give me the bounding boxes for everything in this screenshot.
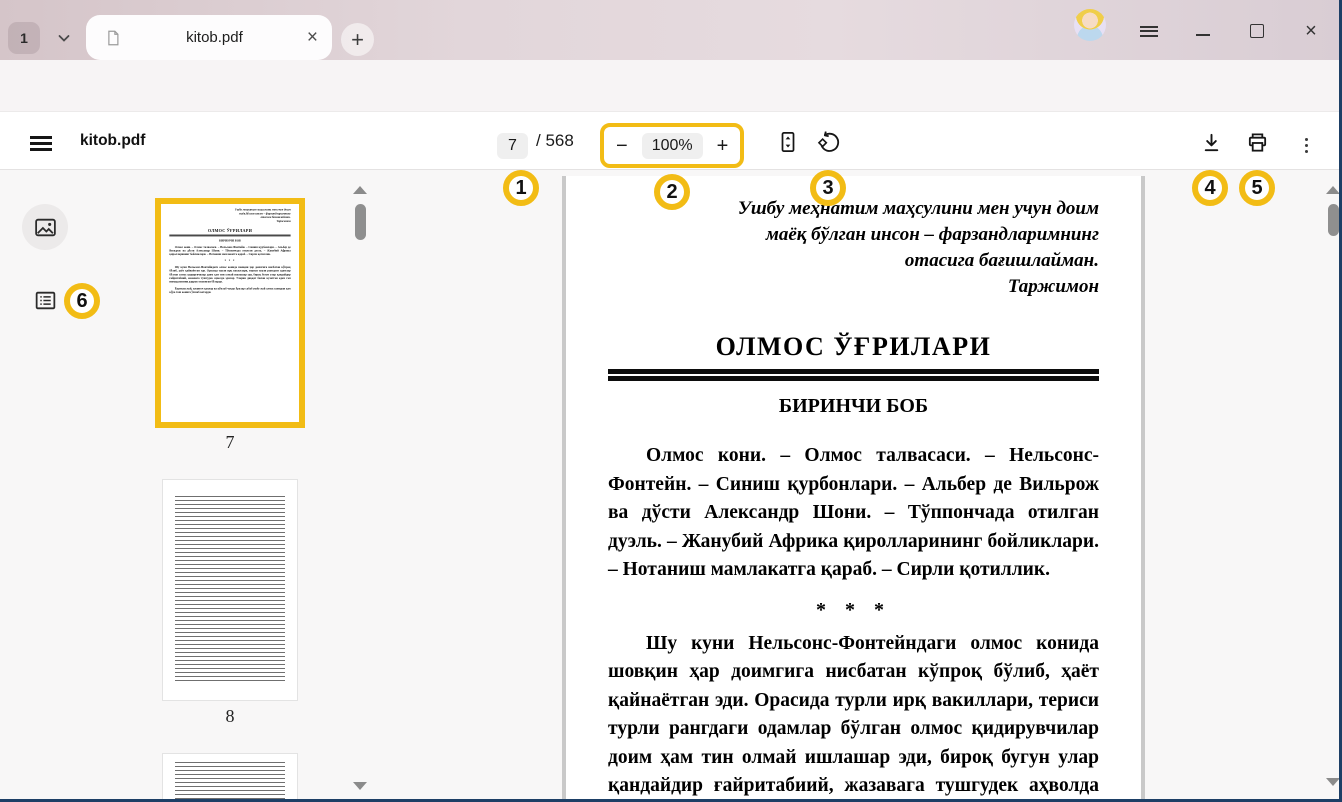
thumbnail-page-8[interactable] (163, 480, 297, 700)
thumbnails-panel-button[interactable] (22, 204, 68, 250)
title-rule (608, 369, 1099, 381)
mini-text: Ёқимсиз жой, яланғоч қоялар ва кўплаб чу… (169, 287, 290, 294)
hamburger-menu-icon (30, 136, 52, 151)
maximize-button[interactable] (1240, 14, 1274, 48)
sidebar-rail (0, 170, 92, 799)
plus-icon: + (351, 27, 364, 53)
body-paragraph: Шу куни Нельсонс-Фонтейндаги олмос конид… (608, 630, 1099, 800)
rotate-button[interactable] (815, 129, 841, 155)
annotation-badge-2: 2 (654, 174, 690, 210)
browser-window: 1 kitob.pdf × + × Я file:///C:/1/kitob.p… (0, 0, 1342, 802)
tab-bar: 1 kitob.pdf × + × (0, 0, 1339, 60)
annotation-badge-4: 4 (1192, 170, 1228, 206)
annotation-badge-3: 3 (810, 170, 846, 206)
document-icon (104, 28, 122, 48)
fit-to-page-button[interactable] (775, 129, 801, 155)
tab-title: kitob.pdf (122, 29, 307, 46)
zoom-out-button[interactable]: − (616, 136, 628, 156)
tab-kitob-pdf[interactable]: kitob.pdf × (86, 15, 332, 60)
thumbnail-label-8: 8 (155, 706, 305, 727)
printer-icon (1246, 131, 1269, 154)
address-bar-row: Я file:///C:/1/kitob.pdf Chop etish (0, 60, 1339, 112)
pdf-document-title: kitob.pdf (80, 112, 145, 169)
fit-to-page-icon (777, 130, 799, 154)
chapter-summary: Олмос кони. – Олмос талвасаси. – Нельсон… (608, 442, 1099, 585)
dedication-author: Таржимон (608, 274, 1099, 300)
close-icon: × (1305, 21, 1317, 41)
pdf-toolbar: kitob.pdf / 568 − 100% + (0, 112, 1339, 170)
thumbnail-page-8-preview (175, 496, 285, 682)
pdf-viewer-content: Ушбу меҳнатим маҳсулини мен учун доим ма… (0, 170, 1339, 799)
thumbnail-page-7-preview: Ушбу меҳнатим маҳсулини мен учун доим ма… (161, 204, 299, 298)
page-total-label: / 568 (536, 112, 574, 169)
main-scrollbar[interactable] (1328, 204, 1339, 236)
mini-text: Таржимон (169, 219, 290, 223)
new-tab-button[interactable]: + (341, 23, 374, 56)
image-icon (33, 215, 58, 240)
dedication-line: маёқ бўлган инсон – фарзандларимнинг (608, 222, 1099, 248)
minimize-button[interactable] (1186, 18, 1220, 52)
chapter-heading: БИРИНЧИ БОБ (608, 395, 1099, 418)
annotation-badge-1: 1 (503, 170, 539, 206)
maximize-icon (1250, 24, 1264, 38)
thumbnail-page-7[interactable]: Ушбу меҳнатим маҳсулини мен учун доим ма… (155, 198, 305, 428)
zoom-level[interactable]: 100% (642, 133, 703, 159)
zoom-controls-highlighted: − 100% + (600, 123, 744, 168)
download-pdf-button[interactable] (1198, 129, 1224, 155)
document-area: Ушбу меҳнатим маҳсулини мен учун доим ма… (380, 170, 1339, 799)
mini-separator: * * * (169, 259, 290, 263)
annotation-badge-6: 6 (64, 283, 100, 319)
tab-counter-button[interactable]: 1 (8, 22, 40, 54)
mini-rule (169, 235, 290, 237)
mini-chapter: БИРИНЧИ БОБ (169, 239, 290, 243)
mini-title: ОЛМОС ЎҒРИЛАРИ (169, 229, 290, 234)
thumbnail-page-9[interactable] (163, 754, 297, 799)
dedication-line: отасига бағишлайман. (608, 248, 1099, 274)
mini-text: Олмос кони. – Олмос талвасаси. – Нельсон… (169, 245, 290, 256)
annotation-badge-5: 5 (1239, 170, 1275, 206)
zoom-in-button[interactable]: + (717, 136, 729, 156)
section-separator: * * * (608, 599, 1099, 622)
outline-panel-button[interactable] (22, 277, 68, 323)
thumb-scrollbar[interactable] (355, 204, 366, 240)
thumbnails-panel: Ушбу меҳнатим маҳсулини мен учун доим ма… (92, 170, 380, 799)
main-scroll-up-icon[interactable] (1326, 186, 1339, 194)
minimize-icon (1196, 34, 1210, 36)
main-scroll-down-icon[interactable] (1326, 778, 1339, 786)
thumb-scroll-up-icon[interactable] (353, 186, 367, 194)
list-outline-icon (33, 288, 58, 313)
print-pdf-button[interactable] (1244, 129, 1270, 155)
pdf-page-7: Ушбу меҳнатим маҳсулини мен учун доим ма… (562, 176, 1145, 799)
tab-close-icon[interactable]: × (307, 28, 318, 47)
book-title: ОЛМОС ЎҒРИЛАРИ (608, 332, 1099, 362)
download-icon (1200, 131, 1223, 154)
pdf-more-options-button[interactable] (1293, 132, 1319, 158)
mini-text: Шу куни Нельсонс-Фонтейндаги олмос конид… (169, 265, 290, 283)
thumb-scroll-down-icon[interactable] (353, 782, 367, 790)
pdf-menu-button[interactable] (30, 133, 52, 154)
hamburger-menu-icon (1140, 23, 1158, 39)
close-window-button[interactable]: × (1294, 14, 1328, 48)
rotate-ccw-icon (816, 130, 841, 155)
thumbnail-label-7: 7 (155, 432, 305, 453)
thumbnail-page-9-preview (175, 762, 285, 799)
avatar[interactable] (1074, 9, 1106, 41)
tab-list-chevron-button[interactable] (48, 22, 80, 54)
browser-menu-button[interactable] (1132, 14, 1166, 48)
chevron-down-icon (56, 30, 72, 46)
page-number-input[interactable] (497, 133, 528, 159)
